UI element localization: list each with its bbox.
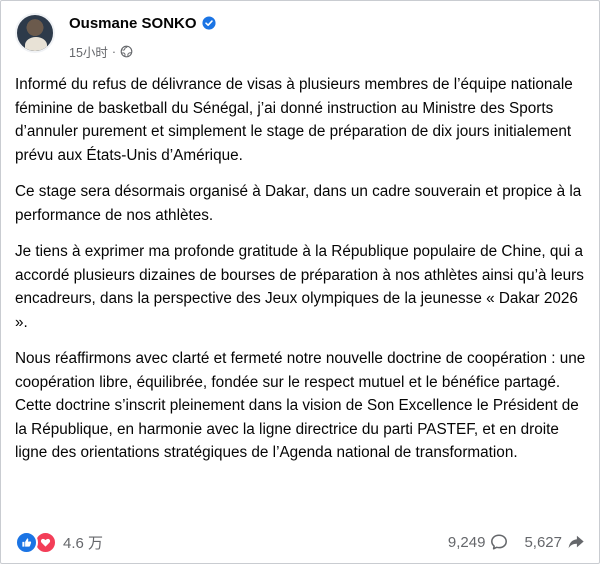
verified-badge-icon <box>201 16 216 30</box>
post-paragraph: Nous réaffirmons avec clarté et fermeté … <box>15 350 586 461</box>
author-row: Ousmane SONKO <box>69 13 216 33</box>
post-meta: Ousmane SONKO 15小时 · <box>69 13 216 61</box>
post-header: Ousmane SONKO 15小时 · <box>15 13 216 61</box>
avatar[interactable] <box>15 13 55 53</box>
post-footer: 4.6 万 9,249 5,627 <box>15 527 585 557</box>
globe-icon[interactable] <box>120 45 133 58</box>
separator-dot: · <box>111 44 117 59</box>
reactions-count: 4.6 万 <box>63 534 104 552</box>
author-name[interactable]: Ousmane SONKO <box>69 15 197 32</box>
reactions-summary[interactable]: 4.6 万 <box>15 530 104 554</box>
comments-count: 9,249 <box>447 533 486 551</box>
post-paragraph: Informé du refus de délivrance de visas … <box>15 76 573 164</box>
comments-stat[interactable]: 9,249 <box>448 533 509 551</box>
post-body: Informé du refus de délivrance de visas … <box>15 73 589 478</box>
post-paragraph: Ce stage sera désormais organisé à Dakar… <box>15 183 582 224</box>
share-icon <box>568 535 584 549</box>
comment-icon <box>491 534 508 550</box>
like-icon <box>15 530 38 554</box>
shares-count: 5,627 <box>524 533 562 551</box>
shares-stat[interactable]: 5,627 <box>524 533 585 551</box>
post-card: Ousmane SONKO 15小时 · Informé du refus de… <box>0 0 600 564</box>
post-paragraph: Je tiens à exprimer ma profonde gratitud… <box>15 243 584 331</box>
post-timestamp[interactable]: 15小时 <box>69 42 108 61</box>
engagement-stats: 9,249 5,627 <box>448 533 585 551</box>
post-subline: 15小时 · <box>69 42 216 61</box>
